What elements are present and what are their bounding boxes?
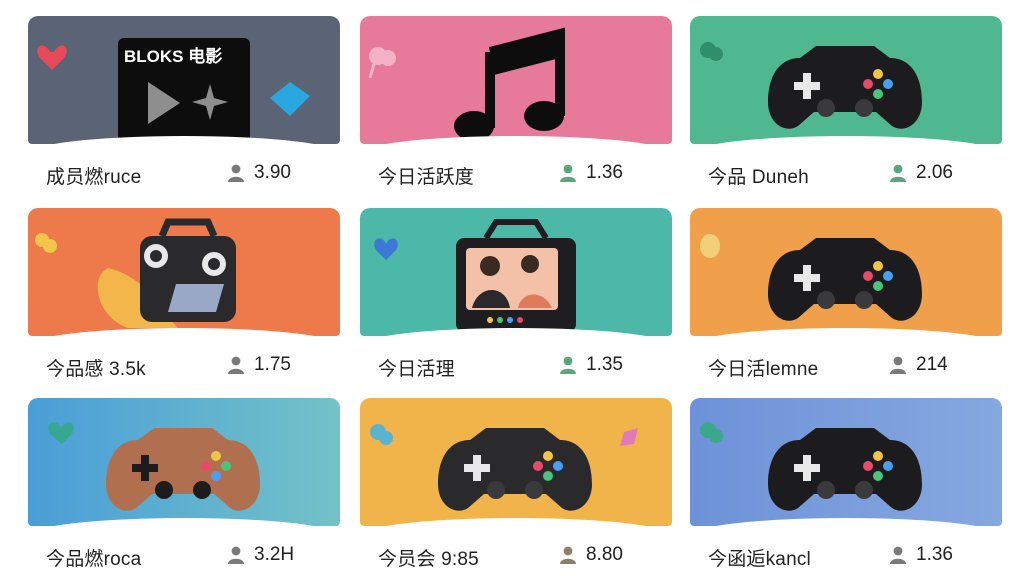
media-card[interactable]: 今日活理 1.35 — [360, 208, 672, 380]
card-thumbnail[interactable] — [28, 208, 340, 336]
card-title: 今品感 3.5k — [46, 359, 146, 380]
card-meta: 今日活lemne 214 — [690, 350, 1002, 380]
card-meta: 今品燃roca 3.2H — [28, 540, 340, 570]
person-icon — [890, 356, 906, 374]
viewer-stat: 1.36 — [558, 162, 623, 184]
viewer-count: 1.36 — [916, 544, 953, 565]
film-player-icon: BLOKS 电影 — [37, 38, 310, 142]
viewer-count: 1.75 — [254, 354, 291, 375]
viewer-count: 1.35 — [586, 354, 623, 375]
heart-icon — [37, 45, 67, 70]
card-meta: 今员会 9:85 8.80 — [360, 540, 672, 570]
card-thumbnail[interactable] — [360, 398, 672, 526]
card-title: 今品燃roca — [46, 549, 142, 570]
card-title: 今日活lemne — [708, 359, 819, 380]
music-note-icon — [368, 27, 565, 141]
card-title: 成员燃ruce — [46, 167, 142, 188]
viewer-stat: 8.80 — [558, 544, 623, 566]
media-card-grid: BLOKS 电影 成员燃ruce 3.90 今日活跃度 1.36 今品 Dune… — [0, 0, 1024, 576]
media-card[interactable]: 今函逅kancl 1.36 — [690, 398, 1002, 570]
heart-icon — [374, 238, 398, 260]
viewer-count: 3.90 — [254, 162, 291, 183]
media-card[interactable]: 今品燃roca 3.2H — [28, 398, 340, 570]
card-title: 今函逅kancl — [708, 549, 811, 570]
card-thumbnail[interactable] — [690, 398, 1002, 526]
card-thumbnail[interactable]: BLOKS 电影 — [28, 16, 340, 144]
card-meta: 今品 Duneh 2.06 — [690, 158, 1002, 188]
media-card[interactable]: 今品感 3.5k 1.75 — [28, 208, 340, 380]
viewer-count: 2.06 — [916, 162, 953, 183]
viewer-stat: 1.36 — [888, 544, 953, 566]
viewer-stat: 1.35 — [558, 354, 623, 376]
card-thumbnail[interactable] — [28, 398, 340, 526]
person-icon — [228, 356, 244, 374]
card-thumbnail[interactable] — [360, 208, 672, 336]
viewer-stat: 3.2H — [226, 544, 294, 566]
card-thumbnail[interactable] — [690, 208, 1002, 336]
card-title: 今日活跃度 — [378, 167, 475, 188]
gamepad-icon — [370, 424, 638, 511]
card-meta: 成员燃ruce 3.90 — [28, 158, 340, 188]
viewer-count: 214 — [916, 354, 948, 375]
person-icon — [560, 546, 576, 564]
gem-icon — [620, 428, 638, 446]
person-icon — [560, 164, 576, 182]
radio-icon — [35, 218, 236, 328]
person-icon — [890, 546, 906, 564]
media-card[interactable]: 今品 Duneh 2.06 — [690, 16, 1002, 188]
viewer-count: 3.2H — [254, 544, 295, 565]
card-title: 今员会 9:85 — [378, 549, 479, 570]
gem-icon — [270, 82, 310, 116]
media-card[interactable]: 今日活lemne 214 — [690, 208, 1002, 380]
person-icon — [560, 356, 576, 374]
card-title: 今日活理 — [378, 359, 455, 380]
player-badge-text: BLOKS 电影 — [124, 46, 222, 66]
heart-icon — [48, 422, 74, 444]
person-icon — [228, 546, 244, 564]
viewer-count: 8.80 — [586, 544, 623, 565]
gamepad-icon — [700, 234, 922, 321]
viewer-count: 1.36 — [586, 162, 623, 183]
person-icon — [228, 164, 244, 182]
viewer-stat: 2.06 — [888, 162, 953, 184]
card-title: 今品 Duneh — [708, 167, 809, 188]
card-meta: 今函逅kancl 1.36 — [690, 540, 1002, 570]
card-thumbnail[interactable] — [360, 16, 672, 144]
card-meta: 今日活理 1.35 — [360, 350, 672, 380]
media-card[interactable]: 今日活跃度 1.36 — [360, 16, 672, 188]
media-card[interactable]: 今员会 9:85 8.80 — [360, 398, 672, 570]
tv-icon — [374, 219, 576, 332]
viewer-stat: 214 — [888, 354, 948, 376]
media-card[interactable]: BLOKS 电影 成员燃ruce 3.90 — [28, 16, 340, 188]
pin-icon — [700, 234, 720, 258]
gamepad-brown-icon — [48, 422, 260, 511]
viewer-stat: 1.75 — [226, 354, 291, 376]
person-icon — [890, 164, 906, 182]
card-meta: 今日活跃度 1.36 — [360, 158, 672, 188]
viewer-stat: 3.90 — [226, 162, 291, 184]
card-meta: 今品感 3.5k 1.75 — [28, 350, 340, 380]
card-thumbnail[interactable] — [690, 16, 1002, 144]
gamepad-icon — [700, 422, 922, 511]
gamepad-icon — [700, 42, 922, 129]
